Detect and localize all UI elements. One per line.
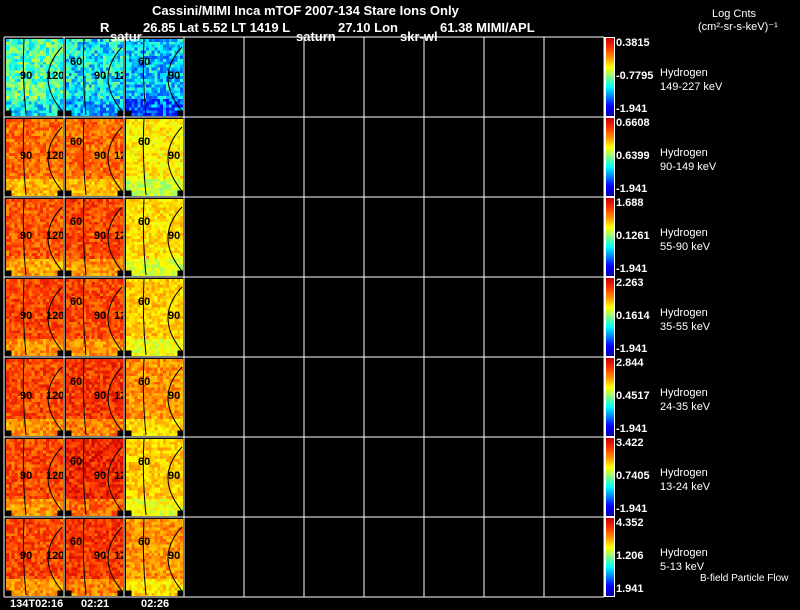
colorbar-min-label: -1.941 (616, 263, 648, 275)
colorbar (604, 197, 615, 277)
contour-line (82, 358, 123, 436)
overlay-label: skr-wl (400, 29, 438, 44)
colorbar (604, 517, 615, 597)
contour-line (82, 438, 123, 516)
overlay-label: satur (110, 29, 142, 44)
contour-line (22, 438, 63, 516)
contour-line (82, 278, 123, 356)
contour-line (22, 38, 63, 116)
contour-line (142, 438, 183, 516)
colorbar-mid-label: 0.4517 (616, 390, 650, 402)
contour-line (22, 118, 63, 196)
colorbar-max-label: 0.6608 (616, 117, 650, 129)
colorbar-mid-label: 0.1261 (616, 230, 650, 242)
channel-energy: 149-227 keV (660, 81, 723, 93)
colorbar-min-label: -1.941 (616, 423, 648, 435)
colorbar-min-label: -1.941 (616, 183, 648, 195)
contour-line (142, 38, 183, 116)
colorbar-mid-label: 1.206 (616, 550, 644, 562)
channel-energy: 5-13 keV (660, 561, 705, 573)
colorbar (604, 277, 615, 357)
time-label: 02:26 (141, 598, 170, 610)
bfield-note: B-field Particle Flow (700, 573, 789, 584)
channel-energy: 24-35 keV (660, 401, 711, 413)
contour-line (142, 198, 183, 276)
channel-species: Hydrogen (660, 227, 708, 239)
time-label: 134T02:16 (10, 598, 64, 610)
contour-line (142, 518, 183, 596)
contour-line (22, 278, 63, 356)
contour-line (22, 358, 63, 436)
contour-line (82, 518, 123, 596)
contour-line (82, 198, 123, 276)
channel-species: Hydrogen (660, 147, 708, 159)
channel-energy: 90-149 keV (660, 161, 717, 173)
contour-line (22, 518, 63, 596)
contour-line (22, 198, 63, 276)
time-label: 02:21 (81, 598, 110, 610)
channel-species: Hydrogen (660, 547, 708, 559)
colorbar-max-label: 1.688 (616, 197, 644, 209)
channel-species: Hydrogen (660, 307, 708, 319)
channel-energy: 13-24 keV (660, 481, 711, 493)
contour-line (142, 278, 183, 356)
channel-energy: 35-55 keV (660, 321, 711, 333)
colorbar-min-label: -1.941 (616, 103, 648, 115)
colorbar (604, 437, 615, 517)
contour-line (82, 38, 123, 116)
colorbar-min-label: 1.941 (616, 583, 644, 595)
contour-line (82, 118, 123, 196)
colorbar-mid-label: 0.6399 (616, 150, 650, 162)
colorbar-mid-label: 0.1614 (616, 310, 650, 322)
contour-line (142, 358, 183, 436)
colorbar-mid-label: -0.7795 (616, 70, 654, 82)
colorbar-max-label: 3.422 (616, 437, 644, 449)
channel-species: Hydrogen (660, 67, 708, 79)
overlay-label: saturn (296, 29, 336, 44)
channel-species: Hydrogen (660, 467, 708, 479)
colorbar (604, 117, 615, 197)
colorbar-max-label: 2.263 (616, 277, 644, 289)
colorbar-max-label: 2.844 (616, 357, 644, 369)
colorbar-min-label: -1.941 (616, 503, 648, 515)
colorbar-max-label: 4.352 (616, 517, 644, 529)
contour-line (142, 118, 183, 196)
colorbar-min-label: -1.941 (616, 343, 648, 355)
colorbar-mid-label: 0.7405 (616, 470, 650, 482)
colorbar-max-label: 0.3815 (616, 37, 650, 49)
channel-species: Hydrogen (660, 387, 708, 399)
colorbar (604, 37, 615, 117)
channel-energy: 55-90 keV (660, 241, 711, 253)
colorbar (604, 357, 615, 437)
